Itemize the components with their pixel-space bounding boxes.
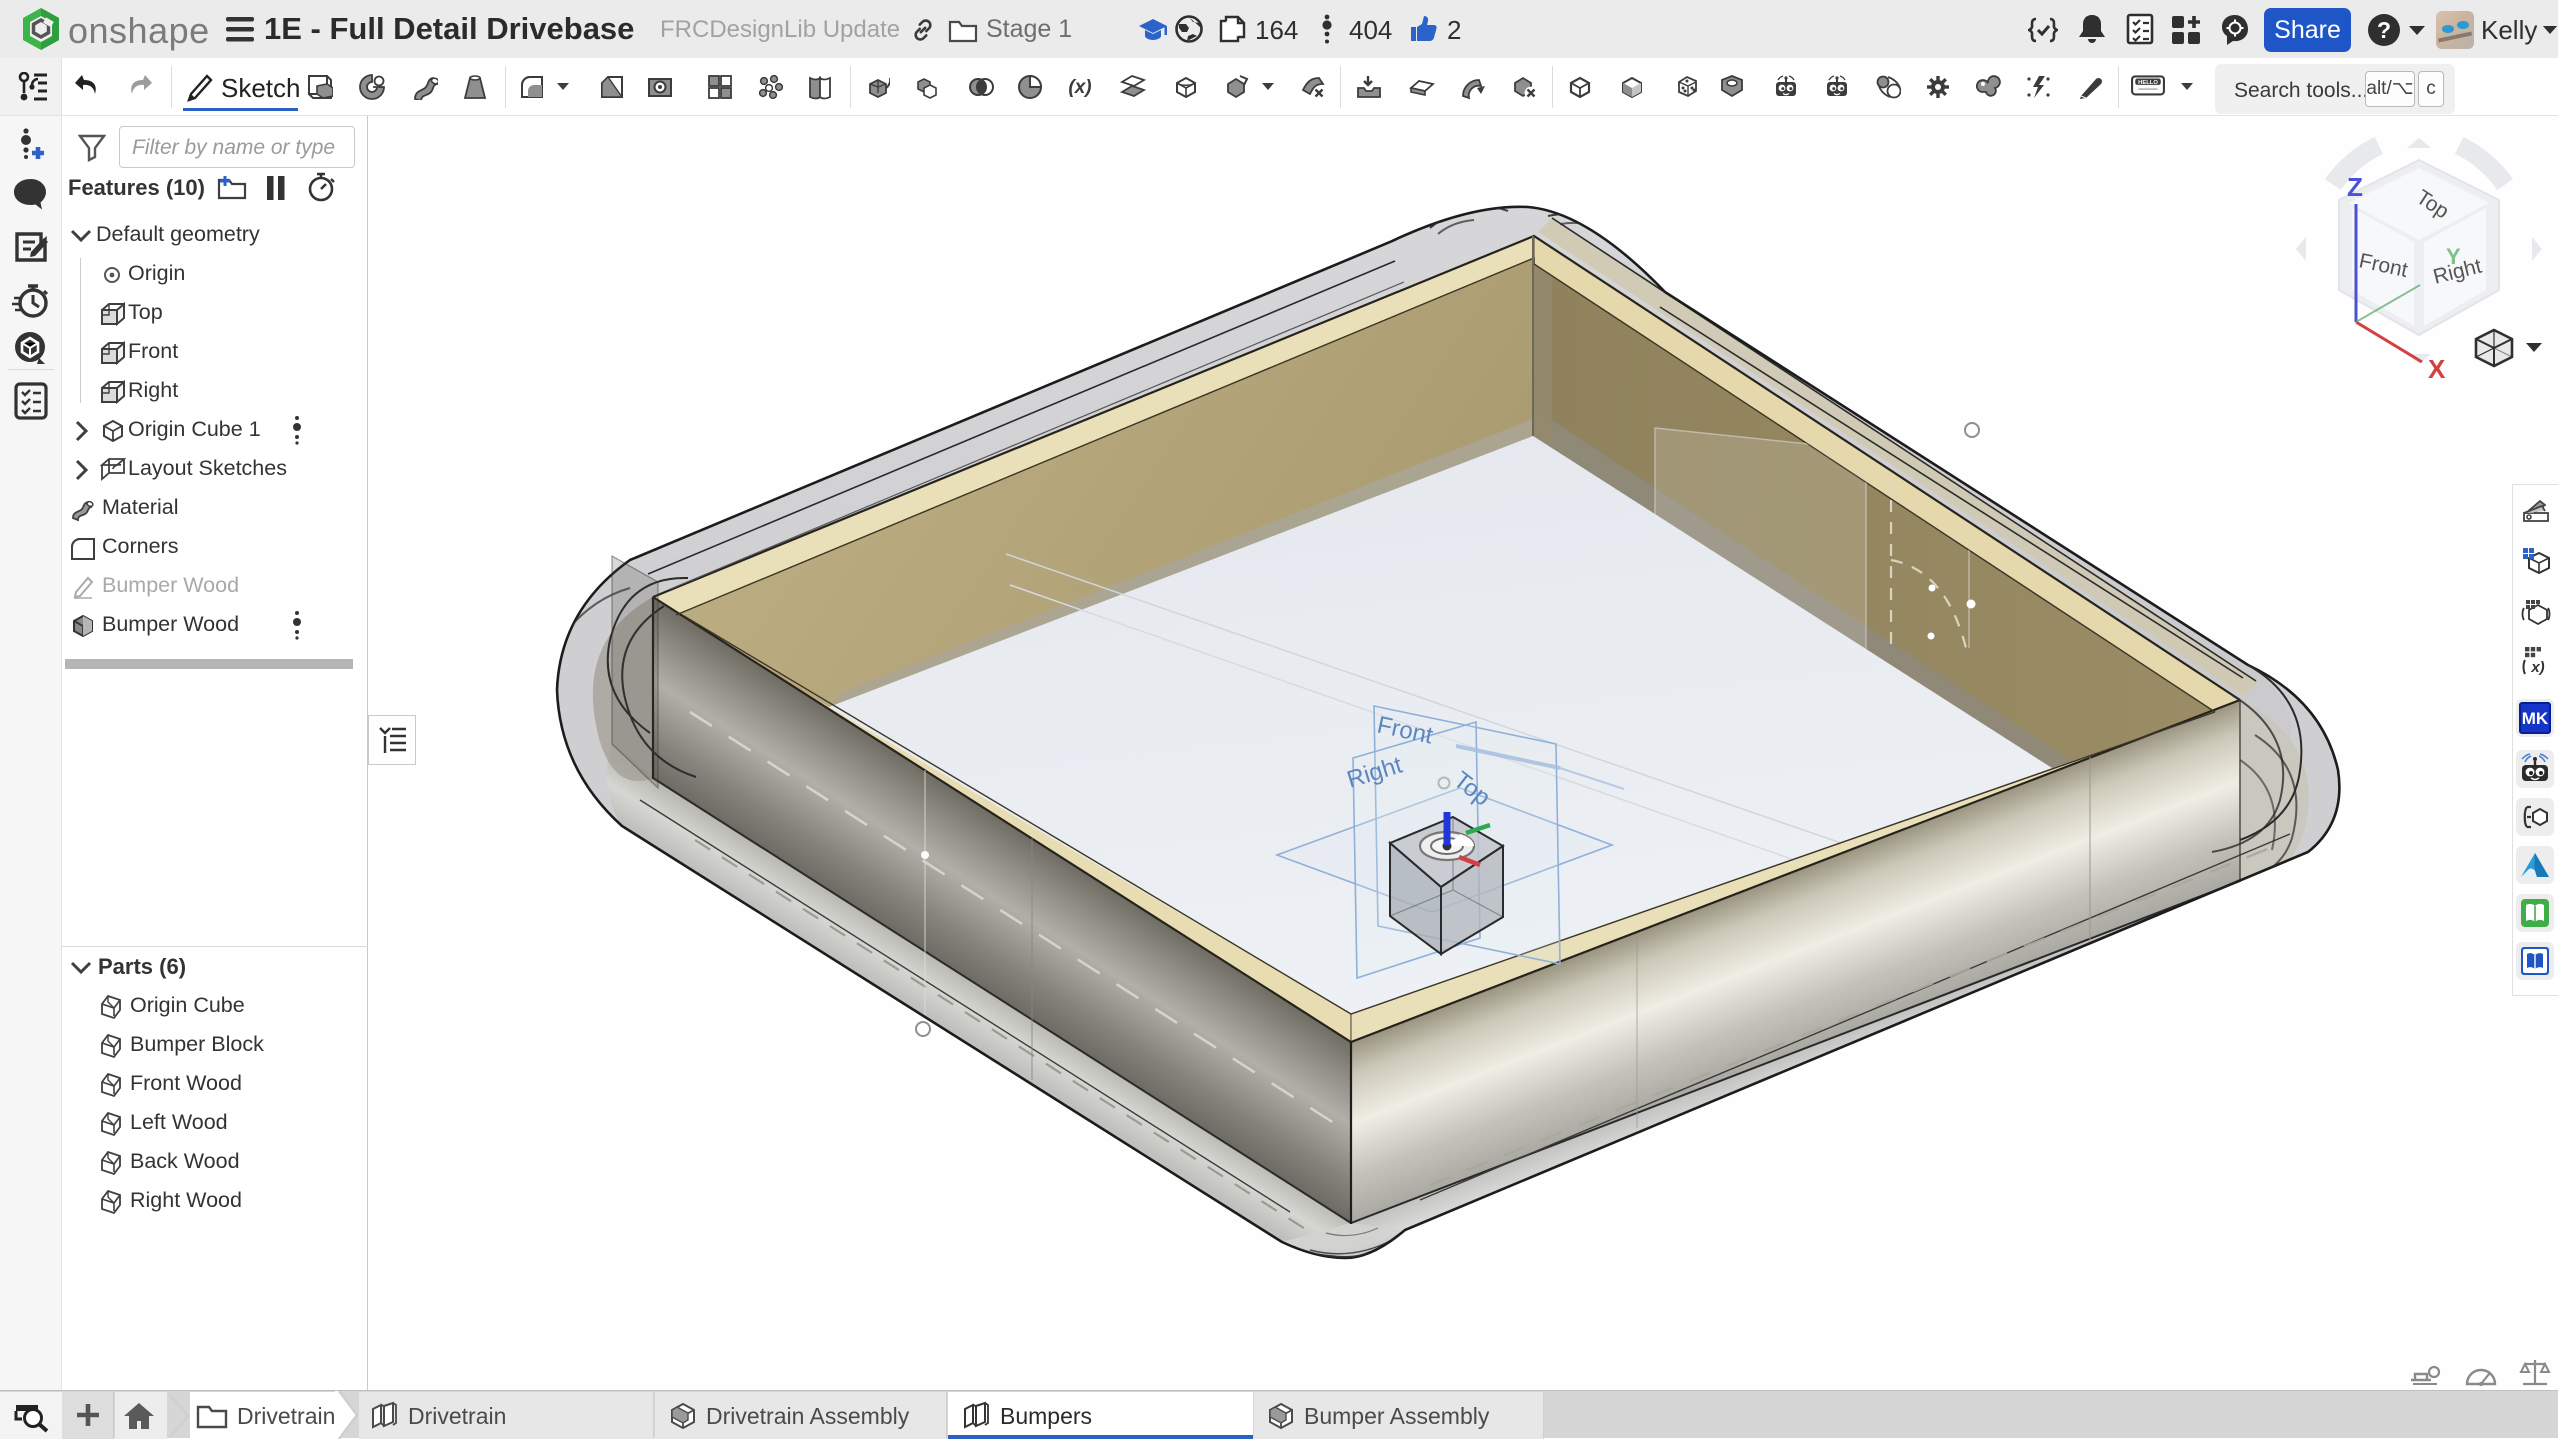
svg-text:Z: Z	[2347, 172, 2363, 202]
svg-text:x): x)	[2530, 659, 2544, 676]
svg-text:HELLO: HELLO	[2138, 80, 2158, 86]
svg-text:(x): (x)	[1068, 77, 1091, 98]
svg-text:X: X	[2428, 354, 2446, 380]
svg-text:Y: Y	[2446, 244, 2461, 269]
svg-text:?: ?	[2377, 17, 2391, 43]
